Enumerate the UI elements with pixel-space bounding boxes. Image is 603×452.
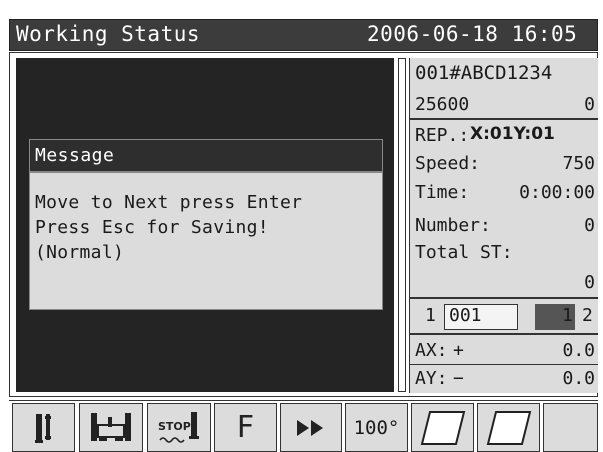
stop-icon-label: STOP bbox=[158, 420, 191, 433]
needle-button[interactable] bbox=[12, 403, 75, 452]
message-line: (Normal) bbox=[35, 242, 125, 263]
stop-icon: STOP bbox=[158, 411, 199, 443]
parallelogram-icon bbox=[420, 410, 465, 445]
frame-needle-icon bbox=[91, 412, 131, 441]
shape-button-1[interactable] bbox=[411, 403, 474, 452]
rep-value: X:01Y:01 bbox=[470, 124, 555, 144]
speed-value: 750 bbox=[562, 153, 595, 174]
ax-value: 0.0 bbox=[562, 340, 595, 361]
window-title: Working Status bbox=[16, 22, 201, 46]
parallelogram-icon bbox=[486, 410, 531, 445]
scrollbar[interactable] bbox=[398, 58, 406, 392]
stop-button[interactable]: STOP bbox=[147, 403, 211, 452]
number-label: Number: bbox=[415, 215, 491, 236]
frame-needle-button[interactable] bbox=[79, 403, 143, 452]
message-line: Move to Next press Enter bbox=[35, 192, 303, 213]
ay-value: 0.0 bbox=[562, 368, 595, 389]
pattern-name: 001#ABCD1234 bbox=[415, 62, 553, 84]
empty-button[interactable] bbox=[543, 403, 598, 452]
fast-forward-icon bbox=[297, 419, 323, 436]
time-value: 0:00:00 bbox=[519, 182, 595, 203]
datetime-display: 2006-06-18 16:05 bbox=[367, 22, 578, 46]
counter-highlight-value: 1 bbox=[562, 305, 573, 326]
counter-box-value: 001 bbox=[449, 305, 482, 326]
counter-right: 2 bbox=[582, 305, 593, 326]
ax-label: AX: bbox=[415, 340, 448, 361]
message-line: Press Esc for Saving! bbox=[35, 217, 269, 238]
stitch-count-value: 0 bbox=[584, 94, 595, 115]
counter-left: 1 bbox=[425, 305, 436, 326]
f-button[interactable]: F bbox=[214, 403, 277, 452]
ay-label: AY: bbox=[415, 368, 448, 389]
f-letter-icon: F bbox=[236, 410, 255, 445]
stitch-count-label: 25600 bbox=[415, 94, 470, 115]
total-st-value: 0 bbox=[584, 272, 595, 293]
speed-percent-button[interactable]: 100° bbox=[345, 403, 408, 452]
fast-forward-button[interactable] bbox=[280, 403, 342, 452]
rep-label: REP.: bbox=[415, 125, 470, 146]
speed-label: Speed: bbox=[415, 153, 481, 174]
divider bbox=[409, 297, 598, 299]
needle-pin-icon bbox=[34, 413, 51, 443]
shape-button-2[interactable] bbox=[477, 403, 540, 452]
time-label: Time: bbox=[415, 182, 470, 203]
total-st-label: Total ST: bbox=[415, 242, 513, 263]
divider bbox=[409, 364, 598, 365]
divider bbox=[409, 118, 598, 120]
ay-sign: − bbox=[453, 368, 464, 389]
ax-sign: + bbox=[453, 340, 464, 361]
number-value: 0 bbox=[584, 215, 595, 236]
divider bbox=[409, 333, 598, 335]
speed-percent-label: 100° bbox=[353, 416, 400, 439]
message-dialog-title: Message bbox=[35, 145, 115, 166]
